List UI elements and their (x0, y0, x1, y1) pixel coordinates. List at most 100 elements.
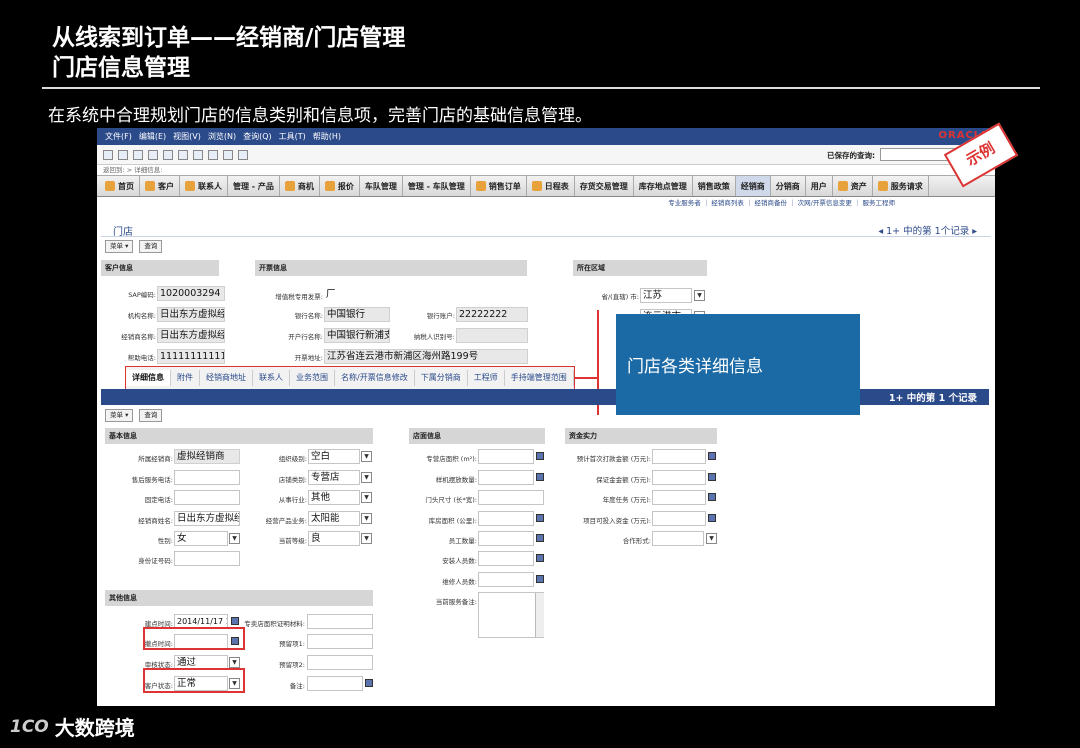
nav-sales-orders[interactable]: 销售订单 (471, 176, 527, 196)
approval-dropdown-icon[interactable]: ▼ (229, 657, 240, 668)
tab-name-billing-change[interactable]: 名称/开票信息修改 (335, 370, 415, 386)
investment-field[interactable] (652, 449, 706, 464)
fixed-phone-field[interactable] (174, 490, 240, 505)
record-pager-bottom[interactable]: 1+ 中的第 1 个记录 (889, 390, 977, 404)
store-type-field[interactable]: 专营店 (308, 470, 360, 485)
org-name-field[interactable]: 日出东方虚拟经销商 (157, 307, 225, 322)
print-icon[interactable] (208, 149, 218, 160)
product-line-field[interactable]: 太阳能 (308, 511, 360, 526)
menu-help[interactable]: 帮助(H) (313, 131, 341, 142)
id-card-field[interactable] (174, 551, 240, 566)
globe-icon[interactable] (133, 149, 143, 160)
nav-opportunities[interactable]: 商机 (280, 176, 320, 196)
nav-product-admin[interactable]: 管理 - 产品 (228, 176, 280, 196)
calculator-icon[interactable] (536, 575, 544, 583)
nav-distributors[interactable]: 分销商 (771, 176, 806, 196)
calculator-icon[interactable] (708, 452, 716, 460)
rating-dropdown-icon[interactable]: ▼ (361, 533, 372, 544)
calculator-icon[interactable] (708, 493, 716, 501)
calculator-icon[interactable] (536, 452, 544, 460)
deposit-field[interactable] (652, 470, 706, 485)
menu-navigate[interactable]: 浏览(N) (208, 131, 236, 142)
nav-assets[interactable]: 资产 (833, 176, 873, 196)
nav-calendar[interactable]: 日程表 (527, 176, 575, 196)
search-icon[interactable] (163, 149, 173, 160)
tab-handheld-scope[interactable]: 手持端管理范围 (505, 370, 574, 386)
nav-sales-policy[interactable]: 销售政策 (693, 176, 736, 196)
store-area-field[interactable] (478, 449, 534, 464)
nav-fleet[interactable]: 车队管理 (360, 176, 403, 196)
calculator-icon[interactable] (536, 473, 544, 481)
install-staff-field[interactable] (478, 572, 534, 587)
nav-fleet-admin[interactable]: 管理 - 车队管理 (403, 176, 471, 196)
project-funds-field[interactable] (652, 511, 706, 526)
new-record-icon[interactable] (103, 149, 113, 160)
calculator-icon[interactable] (536, 514, 544, 522)
nav-customers[interactable]: 客户 (140, 176, 180, 196)
menu-query[interactable]: 查询(Q) (243, 131, 272, 142)
menu-tools[interactable]: 工具(T) (279, 131, 306, 142)
store-level-field[interactable]: 空白 (308, 449, 360, 464)
industry-dropdown-icon[interactable]: ▼ (361, 492, 372, 503)
calendar-picker-icon[interactable] (231, 617, 239, 625)
nav-home[interactable]: 首页 (100, 176, 140, 196)
bank-account-field[interactable]: 22222222 (456, 307, 528, 322)
ref1-field[interactable] (307, 634, 373, 649)
calculator-icon[interactable] (536, 534, 544, 542)
help-phone-field[interactable]: 11111111111 (157, 349, 225, 364)
gender-field[interactable]: 女 (174, 531, 228, 546)
province-field[interactable]: 江苏 (640, 288, 692, 303)
calculator-icon[interactable] (708, 514, 716, 522)
branch-field[interactable]: 中国银行新浦支行 (324, 328, 390, 343)
nav-inventory-loc[interactable]: 库存地点管理 (634, 176, 693, 196)
warehouse-field[interactable] (478, 511, 534, 526)
clock-icon[interactable] (223, 149, 233, 160)
nav-contacts[interactable]: 联系人 (180, 176, 228, 196)
list-icon[interactable] (193, 149, 203, 160)
menu-edit[interactable]: 编辑(E) (139, 131, 166, 142)
chart-icon[interactable] (238, 149, 248, 160)
menu-button[interactable]: 菜单 ▾ (105, 240, 134, 253)
detail-menu-button[interactable]: 菜单 ▾ (105, 409, 134, 422)
nav-service-requests[interactable]: 服务请求 (873, 176, 929, 196)
tab-sub-distributors[interactable]: 下属分销商 (415, 370, 468, 386)
nav-users[interactable]: 用户 (806, 176, 833, 196)
remark-field[interactable] (307, 676, 363, 691)
staff-field[interactable] (478, 531, 534, 546)
breadcrumb[interactable]: 返回到: > 详细信息: (97, 165, 995, 175)
tab-dealer-address[interactable]: 经销商地址 (200, 370, 253, 386)
sub-links[interactable]: 专业服务者 ｜ 经销商列表 ｜ 经销商备份 ｜ 次网/开票信息变更 ｜ 服务工程… (97, 197, 995, 210)
menu-file[interactable]: 文件(F) (105, 131, 132, 142)
tab-contacts[interactable]: 联系人 (253, 370, 290, 386)
nav-quotes[interactable]: 报价 (320, 176, 360, 196)
calculator-icon[interactable] (708, 473, 716, 481)
textarea-scrollbar[interactable] (535, 593, 544, 637)
product-line-dropdown-icon[interactable]: ▼ (361, 513, 372, 524)
detail-query-button[interactable]: 查询 (139, 409, 163, 422)
gender-dropdown-icon[interactable]: ▼ (229, 533, 240, 544)
grid-icon[interactable] (148, 149, 158, 160)
tab-attachments[interactable]: 附件 (171, 370, 200, 386)
door-size-field[interactable] (478, 490, 544, 505)
query-button[interactable]: 查询 (139, 240, 163, 253)
cooperation-dropdown-icon[interactable]: ▼ (706, 533, 717, 544)
copy-icon[interactable] (118, 149, 128, 160)
tab-engineers[interactable]: 工程师 (468, 370, 505, 386)
dealer-name-field[interactable]: 日出东方虚拟经销商 (157, 328, 225, 343)
invoice-type-checkbox[interactable]: 厂 (324, 288, 346, 303)
belong-dealer-field[interactable]: 虚拟经销商 (174, 449, 240, 464)
nav-dealers[interactable]: 经销商 (735, 176, 771, 196)
doc-icon[interactable] (178, 149, 188, 160)
store-type-dropdown-icon[interactable]: ▼ (361, 472, 372, 483)
record-pager-top[interactable]: ◂ 1+ 中的第 1个记录 ▸ (878, 223, 977, 237)
billing-address-field[interactable]: 江苏省连云港市新浦区海州路199号 (324, 349, 528, 364)
cooperation-field[interactable] (652, 531, 704, 546)
tab-details[interactable]: 详细信息 (126, 370, 171, 386)
remark-edit-icon[interactable] (365, 679, 373, 687)
nav-inventory-tx[interactable]: 存货交易管理 (575, 176, 634, 196)
province-dropdown-icon[interactable]: ▼ (694, 290, 705, 301)
calculator-icon[interactable] (536, 554, 544, 562)
industry-field[interactable]: 其他 (308, 490, 360, 505)
ref2-field[interactable] (307, 655, 373, 670)
store-level-dropdown-icon[interactable]: ▼ (361, 451, 372, 462)
